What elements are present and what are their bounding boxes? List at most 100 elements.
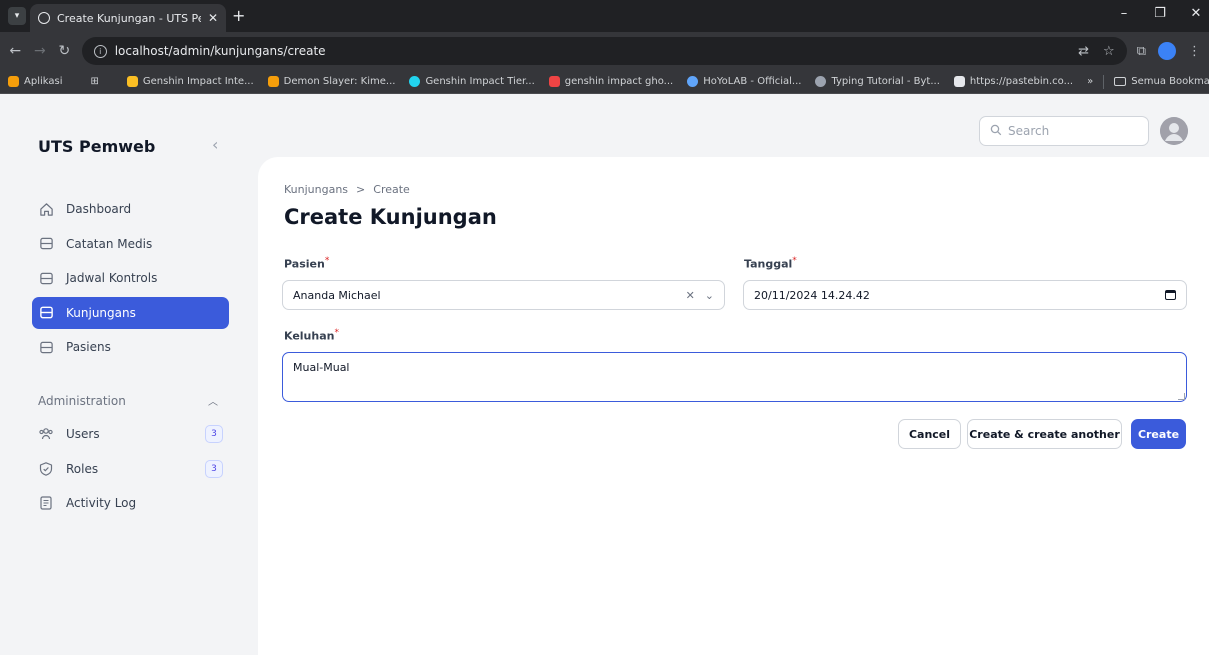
create-another-button[interactable]: Create & create another [967,419,1122,449]
users-icon [38,426,54,442]
count-badge: 3 [205,425,223,443]
bookmark-favicon-icon [409,76,421,87]
browser-menu-icon[interactable]: ⋮ [1188,44,1201,59]
bookmark-item[interactable]: Genshin Impact Inte... [126,76,254,87]
globe-icon [38,12,50,24]
create-button[interactable]: Create [1131,419,1186,449]
user-avatar[interactable] [1160,117,1188,145]
bookmark-divider [1103,74,1105,89]
shield-check-icon [38,461,54,477]
sidebar-item-users[interactable]: Users 3 [32,418,229,450]
chevron-down-icon[interactable]: ⌄ [705,289,714,302]
sidebar-item-jadwal-kontrols[interactable]: Jadwal Kontrols [32,262,229,294]
pasien-select[interactable]: Ananda Michael ✕ ⌄ [282,280,725,310]
bookmark-favicon-icon [126,76,138,87]
home-icon [38,201,54,217]
new-tab-plus-icon[interactable]: + [232,6,245,25]
address-bar: ← → ↻ i localhost/admin/kunjungans/creat… [0,32,1209,70]
bookmark-item[interactable]: https://pastebin.co... [953,76,1073,87]
breadcrumb-current: Create [373,183,410,196]
brand-title[interactable]: UTS Pemweb [38,137,155,156]
site-info-icon[interactable]: i [93,44,107,58]
tab-title: Create Kunjungan - UTS Pemweb [57,11,201,25]
folder-icon [1114,77,1127,86]
keluhan-label: Keluhan* [284,328,339,343]
reload-icon[interactable]: ↻ [57,43,72,59]
forward-arrow-icon[interactable]: → [33,43,48,59]
clear-selection-icon[interactable]: ✕ [686,289,695,302]
breadcrumb-link-kunjungans[interactable]: Kunjungans [284,183,348,196]
inbox-icon [38,236,54,252]
globe-icon [815,76,827,87]
calendar-icon[interactable] [1165,290,1176,300]
bookmarks-bar: Aplikasi ⊞ Genshin Impact Inte... Demon … [0,70,1209,94]
close-window-icon[interactable]: ✕ [1189,6,1203,21]
bookmark-grid[interactable]: ⊞ [90,76,98,87]
required-mark: * [324,256,330,266]
sidebar-item-catatan-medis[interactable]: Catatan Medis [32,228,229,260]
nav-group-label: Administration [38,393,126,408]
window-controls: – ❐ ✕ [1117,6,1203,21]
tab-search-chevron-icon[interactable]: ▾ [8,7,26,25]
sidebar-item-pasiens[interactable]: Pasiens [32,331,229,363]
bookmark-item[interactable]: Demon Slayer: Kime... [267,76,395,87]
bookmark-star-icon[interactable]: ☆ [1103,44,1115,59]
bookmark-item[interactable]: HoYoLAB - Official... [687,76,801,87]
profile-icon[interactable] [1157,42,1176,60]
tanggal-value: 20/11/2024 14.24.42 [754,288,870,302]
pasien-label: Pasien* [284,256,330,271]
sidebar-item-dashboard[interactable]: Dashboard [32,193,229,225]
sidebar-item-roles[interactable]: Roles 3 [32,453,229,485]
browser-tabstrip: ▾ Create Kunjungan - UTS Pemweb ✕ + – ❐ … [0,0,1209,32]
collapse-sidebar-chevron-left-icon[interactable]: ‹ [212,135,218,154]
tanggal-datetime-input[interactable]: 20/11/2024 14.24.42 [743,280,1187,310]
minimize-icon[interactable]: – [1117,6,1131,21]
chevron-up-icon[interactable]: ︿ [208,393,218,408]
search-placeholder: Search [1008,124,1050,138]
sidebar-nav-admin: Users 3 Roles 3 Activity Log [32,418,229,522]
bookmark-item[interactable]: Typing Tutorial - Byt... [815,76,940,87]
pasien-selected-value: Ananda Michael [293,288,381,302]
clipboard-list-icon [38,495,54,511]
bookmark-favicon-icon [953,76,965,87]
search-icon [990,124,1002,139]
page-title: Create Kunjungan [284,205,497,229]
back-arrow-icon[interactable]: ← [8,43,23,59]
sidebar-item-activity-log[interactable]: Activity Log [32,487,229,519]
close-tab-icon[interactable]: ✕ [208,11,218,25]
sidebar-nav: Dashboard Catatan Medis Jadwal Kontrols … [32,193,229,366]
more-bookmarks-icon[interactable]: » [1087,76,1093,87]
youtube-icon [548,76,560,87]
bookmark-item[interactable]: Genshin Impact Tier... [409,76,535,87]
global-search-input[interactable]: Search [979,116,1149,146]
url-omnibox[interactable]: i localhost/admin/kunjungans/create ⇄ ☆ [81,37,1127,65]
apps-grid-icon [8,76,19,87]
main-content: Kunjungans > Create Create Kunjungan Pas… [258,157,1209,655]
required-mark: * [334,328,339,338]
inbox-icon [38,305,54,321]
nav-group-administration[interactable]: Administration ︿ [38,393,218,409]
extensions-puzzle-icon[interactable]: ⧉ [1137,44,1146,59]
inbox-icon [38,270,54,286]
all-bookmarks[interactable]: Semua Bookmark [1114,76,1209,87]
cancel-button[interactable]: Cancel [898,419,961,449]
sidebar: UTS Pemweb ‹ Dashboard Catatan Medis Jad… [0,95,258,655]
breadcrumb-separator-icon: > [356,183,366,196]
translate-icon[interactable]: ⇄ [1078,44,1089,59]
browser-tab[interactable]: Create Kunjungan - UTS Pemweb ✕ [30,4,226,32]
bookmark-favicon-icon [267,76,279,87]
tanggal-label: Tanggal* [744,256,797,271]
count-badge: 3 [205,459,223,478]
bookmark-apps[interactable]: Aplikasi [8,76,62,87]
app-root: UTS Pemweb ‹ Dashboard Catatan Medis Jad… [0,95,1209,655]
keluhan-textarea[interactable]: Mual-Mual [282,352,1187,402]
bookmark-favicon-icon [687,76,699,87]
sidebar-item-kunjungans[interactable]: Kunjungans [32,296,229,329]
breadcrumb: Kunjungans > Create [284,183,410,196]
bookmark-item[interactable]: genshin impact gho... [548,76,673,87]
resize-handle-icon[interactable] [1178,393,1185,400]
url-text[interactable]: localhost/admin/kunjungans/create [115,44,1070,58]
grid-icon: ⊞ [90,76,99,87]
maximize-icon[interactable]: ❐ [1153,6,1167,21]
required-mark: * [792,256,797,266]
